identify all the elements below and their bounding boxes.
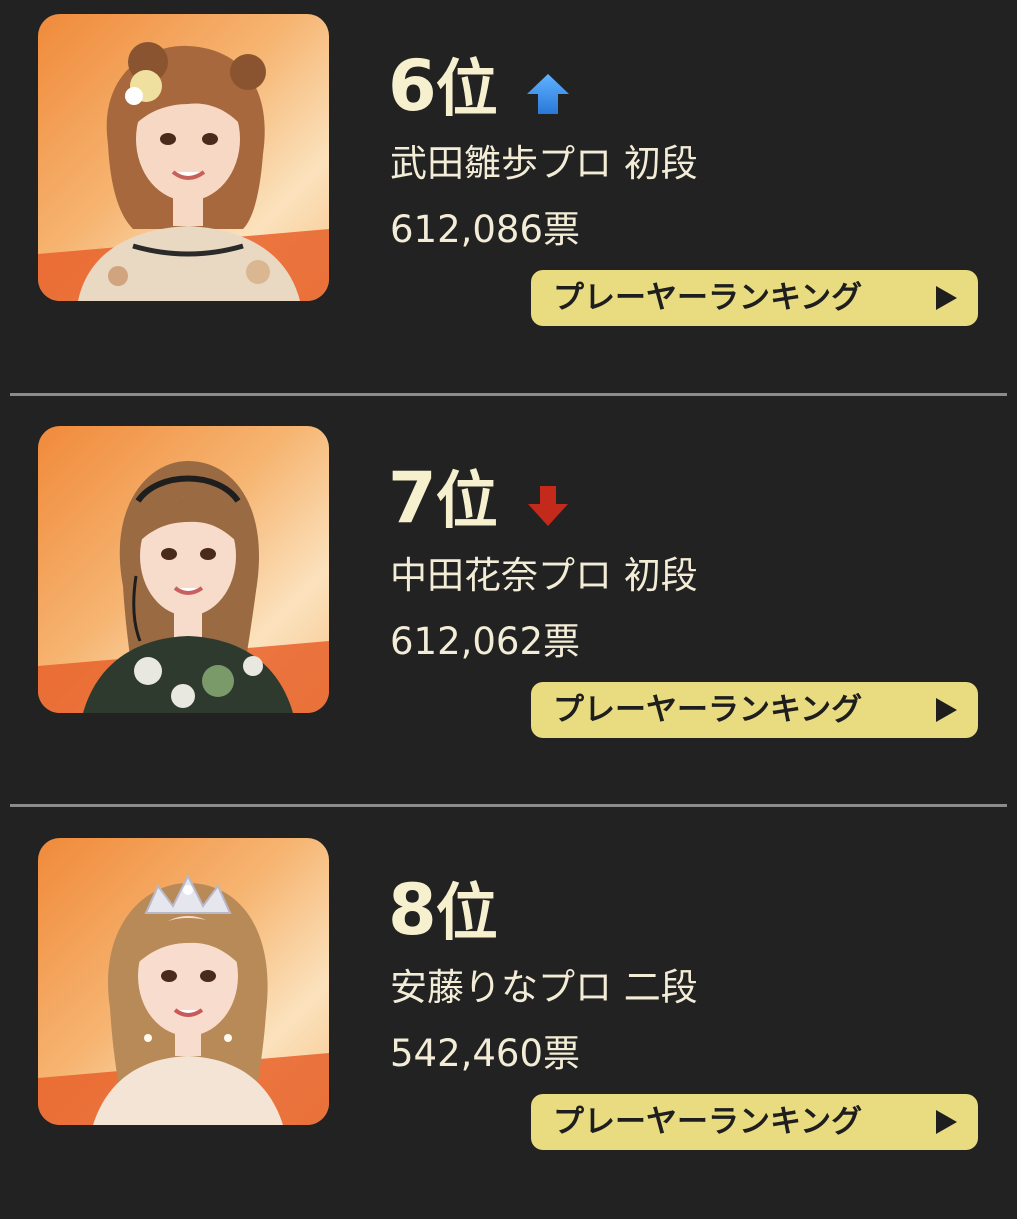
rank-number: 8 [388,869,437,951]
rank-label: 6 位 [388,46,498,126]
rank-suffix: 位 [435,876,498,949]
player-photo[interactable] [38,14,329,301]
player-photo[interactable] [38,426,329,713]
ranking-entry: 7 位 中田花奈プロ 初段 612,062票 プレーヤーランキング [0,412,1017,807]
play-triangle-icon [934,285,958,311]
player-portrait-image [38,42,329,301]
rank-suffix: 位 [435,52,498,125]
play-triangle-icon [934,697,958,723]
vote-count: 612,062票 [390,620,581,663]
player-ranking-button-label: プレーヤーランキング [553,280,863,316]
player-ranking-button[interactable]: プレーヤーランキング [531,1094,978,1150]
player-ranking-button[interactable]: プレーヤーランキング [531,682,978,738]
player-name: 武田雛歩プロ 初段 [390,142,698,185]
player-photo[interactable] [38,838,329,1125]
vote-count: 542,460票 [390,1032,581,1075]
player-ranking-button-label: プレーヤーランキング [553,1104,863,1140]
player-name: 中田花奈プロ 初段 [390,554,698,597]
entry-divider [10,393,1007,396]
player-portrait-image [38,461,329,713]
player-ranking-button[interactable]: プレーヤーランキング [531,270,978,326]
player-ranking-button-label: プレーヤーランキング [553,692,863,728]
rank-label: 8 位 [388,870,498,950]
player-portrait-image [38,873,329,1125]
ranking-entry: 6 位 武田雛歩プロ 初段 612,086票 プレーヤーランキング [0,0,1017,395]
rank-suffix: 位 [435,464,498,537]
player-ranking-list: 6 位 武田雛歩プロ 初段 612,086票 プレーヤーランキング 7 位 中田… [0,0,1017,1208]
ranking-entry: 8 位 安藤りなプロ 二段 542,460票 プレーヤーランキング [0,824,1017,1219]
rank-label: 7 位 [388,458,498,538]
player-name: 安藤りなプロ 二段 [390,966,698,1009]
play-triangle-icon [934,1109,958,1135]
vote-count: 612,086票 [390,208,581,251]
down-arrow-icon [526,484,570,528]
entry-divider [10,804,1007,807]
up-arrow-icon [526,72,570,116]
rank-number: 6 [388,45,437,127]
rank-number: 7 [388,457,437,539]
